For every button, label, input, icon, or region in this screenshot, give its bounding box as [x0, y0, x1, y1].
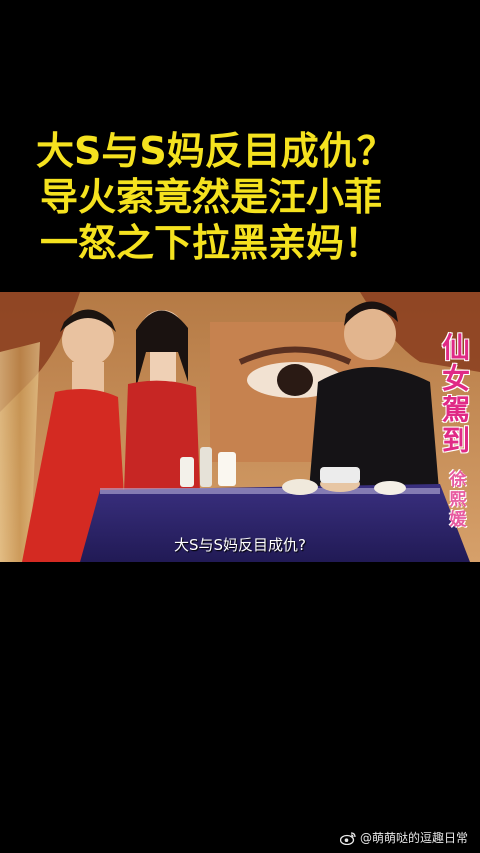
show-logo-char: 仙	[441, 331, 470, 364]
video-frame	[0, 292, 480, 562]
guest-name-caption: 徐 熙 媛	[446, 470, 470, 530]
show-logo: 仙 女 駕 到	[438, 332, 474, 456]
video-player[interactable]: 仙 女 駕 到 徐 熙 媛 大S与S妈反目成仇?	[0, 292, 480, 562]
headline-line-3: 一怒之下拉黑亲妈！	[40, 221, 383, 265]
watermark-text: @萌萌哒的逗趣日常	[359, 831, 468, 845]
video-subtitle: 大S与S妈反目成仇?	[173, 536, 306, 554]
show-logo-char: 到	[441, 424, 470, 457]
guest-name-char: 徐	[449, 470, 467, 490]
headline: 大S与S妈反目成仇？ 导火索竟然是汪小菲 一怒之下拉黑亲妈！	[0, 128, 480, 266]
show-logo-char: 女	[441, 362, 470, 395]
headline-line-2: 导火索竟然是汪小菲	[40, 175, 383, 219]
guest-name-char: 媛	[449, 510, 467, 530]
guest-name-char: 熙	[449, 490, 467, 510]
show-logo-char: 駕	[441, 393, 470, 426]
weibo-icon	[339, 832, 356, 845]
headline-line-1: 大S与S妈反目成仇？	[36, 129, 395, 173]
watermark: @萌萌哒的逗趣日常	[339, 830, 468, 846]
